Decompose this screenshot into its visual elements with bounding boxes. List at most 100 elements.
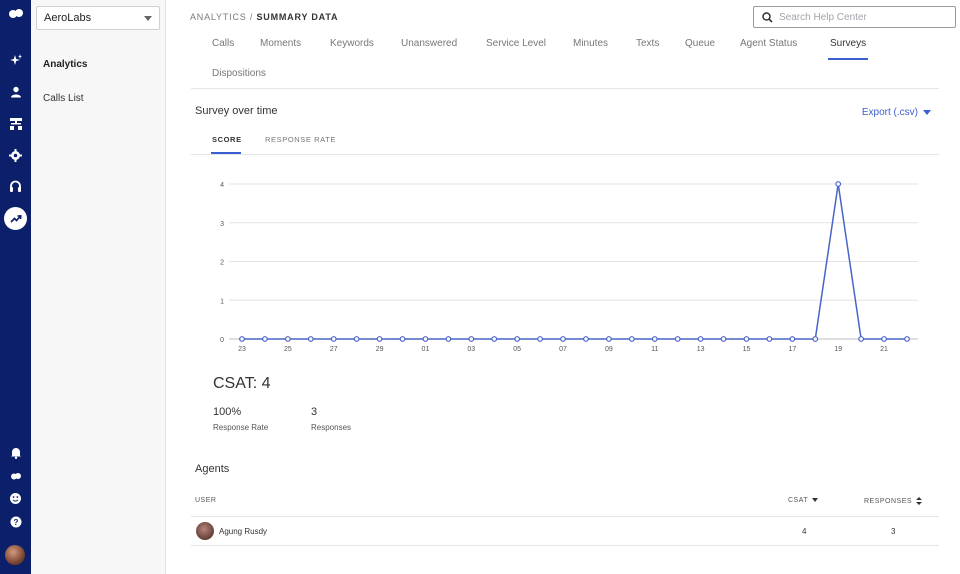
table-row[interactable]: Agung Rusdy 4 3 bbox=[191, 517, 939, 546]
x-tick-label: 13 bbox=[697, 346, 705, 353]
column-header-user-label: USER bbox=[195, 497, 217, 504]
chart-subtabs: SCORE RESPONSE RATE bbox=[191, 127, 939, 155]
y-tick-label: 0 bbox=[220, 337, 224, 344]
top-header: ANALYTICS / SUMMARY DATA bbox=[166, 0, 960, 35]
smiley-icon[interactable] bbox=[0, 487, 31, 509]
x-tick-label: 05 bbox=[513, 346, 521, 353]
tab-calls[interactable]: Calls bbox=[212, 38, 234, 49]
sidebar: AeroLabs Analytics Calls List bbox=[31, 0, 166, 574]
data-point bbox=[491, 336, 498, 342]
x-tick-label: 23 bbox=[238, 346, 246, 353]
data-point bbox=[560, 336, 566, 342]
data-point bbox=[262, 336, 268, 342]
x-tick-label: 07 bbox=[559, 346, 567, 353]
sidebar-item-calls-list[interactable]: Calls List bbox=[43, 93, 84, 104]
active-tab-indicator bbox=[828, 58, 868, 60]
data-point bbox=[697, 336, 704, 342]
tab-agent-status[interactable]: Agent Status bbox=[740, 38, 797, 49]
data-point bbox=[628, 336, 635, 342]
data-point bbox=[284, 336, 291, 342]
data-point bbox=[353, 336, 360, 342]
breadcrumb-parent[interactable]: ANALYTICS bbox=[190, 12, 247, 22]
search-box[interactable] bbox=[753, 6, 956, 28]
responses-stat: 3 Responses bbox=[311, 406, 351, 432]
x-tick-label: 03 bbox=[467, 346, 475, 353]
data-point bbox=[720, 336, 727, 342]
data-point bbox=[514, 336, 521, 342]
org-select[interactable]: AeroLabs bbox=[36, 6, 160, 30]
main-content: Calls Moments Keywords Unanswered Servic… bbox=[191, 35, 939, 574]
data-point bbox=[605, 336, 612, 342]
x-tick-label: 21 bbox=[880, 346, 888, 353]
search-input[interactable] bbox=[779, 11, 949, 23]
bell-icon[interactable] bbox=[0, 441, 31, 463]
trending-icon[interactable] bbox=[4, 207, 27, 230]
sidebar-item-analytics[interactable]: Analytics bbox=[43, 59, 87, 70]
settings-icon[interactable] bbox=[0, 144, 31, 166]
data-point bbox=[674, 336, 681, 342]
column-header-csat[interactable]: CSAT bbox=[788, 497, 819, 504]
data-point bbox=[789, 336, 796, 342]
data-point bbox=[422, 336, 429, 342]
data-point bbox=[445, 336, 452, 342]
response-rate-label: Response Rate bbox=[213, 423, 269, 432]
data-point bbox=[376, 336, 383, 342]
agents-title: Agents bbox=[195, 463, 230, 475]
tab-service-level[interactable]: Service Level bbox=[486, 38, 546, 49]
logo-icon[interactable] bbox=[0, 3, 31, 25]
active-subtab-indicator bbox=[211, 152, 241, 154]
response-rate-value: 100% bbox=[213, 406, 242, 418]
logo-small-icon[interactable] bbox=[0, 465, 31, 487]
subtab-response-rate[interactable]: RESPONSE RATE bbox=[265, 135, 336, 144]
column-header-responses[interactable]: RESPONSES bbox=[864, 497, 923, 505]
data-point bbox=[468, 336, 475, 342]
sort-both-icon bbox=[916, 497, 923, 505]
data-point bbox=[307, 336, 314, 342]
agent-csat: 4 bbox=[802, 527, 807, 536]
user-icon[interactable] bbox=[0, 81, 31, 103]
csat-score: CSAT: 4 bbox=[213, 375, 271, 392]
column-header-responses-label: RESPONSES bbox=[864, 497, 913, 505]
tab-moments[interactable]: Moments bbox=[260, 38, 301, 49]
data-point bbox=[858, 336, 865, 342]
agent-responses: 3 bbox=[891, 527, 896, 536]
x-tick-label: 17 bbox=[788, 346, 796, 353]
tab-unanswered[interactable]: Unanswered bbox=[401, 38, 457, 49]
data-point bbox=[583, 336, 589, 342]
tab-surveys[interactable]: Surveys bbox=[830, 38, 866, 49]
app-root: ? AeroLabs Analytics Calls List ANALYTIC… bbox=[0, 0, 960, 574]
user-avatar[interactable] bbox=[5, 545, 25, 565]
data-point bbox=[651, 336, 658, 342]
data-point bbox=[881, 336, 887, 342]
tab-dispositions[interactable]: Dispositions bbox=[212, 68, 266, 79]
y-tick-label: 2 bbox=[220, 260, 224, 267]
tab-minutes[interactable]: Minutes bbox=[573, 38, 608, 49]
data-point bbox=[904, 336, 910, 342]
subtab-score[interactable]: SCORE bbox=[212, 135, 242, 144]
chevron-down-icon bbox=[923, 110, 931, 115]
tab-queue[interactable]: Queue bbox=[685, 38, 715, 49]
breadcrumb-current: SUMMARY DATA bbox=[256, 12, 339, 22]
help-icon[interactable]: ? bbox=[0, 511, 31, 533]
x-tick-label: 27 bbox=[330, 346, 338, 353]
x-tick-label: 25 bbox=[284, 346, 292, 353]
column-header-user[interactable]: USER bbox=[195, 497, 216, 504]
x-tick-label: 15 bbox=[743, 346, 751, 353]
breadcrumb: ANALYTICS / SUMMARY DATA bbox=[190, 12, 338, 22]
org-chart-icon[interactable] bbox=[0, 113, 31, 135]
x-tick-label: 29 bbox=[376, 346, 384, 353]
chevron-down-icon bbox=[144, 16, 152, 21]
headset-icon[interactable] bbox=[0, 175, 31, 197]
agents-table: USER CSAT RESPONSES Agung Rusdy 4 3 bbox=[191, 487, 939, 546]
survey-score-chart: 0123423 25 27 29 01 03 05 07 09 11 13 15 17 19 21 bbox=[220, 181, 918, 353]
export-csv-button[interactable]: Export (.csv) bbox=[862, 107, 931, 118]
sparkle-icon[interactable] bbox=[0, 50, 31, 72]
data-point bbox=[537, 336, 544, 342]
org-select-value: AeroLabs bbox=[44, 12, 92, 24]
y-tick-label: 3 bbox=[220, 221, 224, 228]
icon-rail: ? bbox=[0, 0, 31, 574]
tab-keywords[interactable]: Keywords bbox=[330, 38, 374, 49]
breadcrumb-separator: / bbox=[249, 12, 254, 22]
response-rate-stat: 100% Response Rate bbox=[213, 406, 268, 432]
tab-texts[interactable]: Texts bbox=[636, 38, 659, 49]
